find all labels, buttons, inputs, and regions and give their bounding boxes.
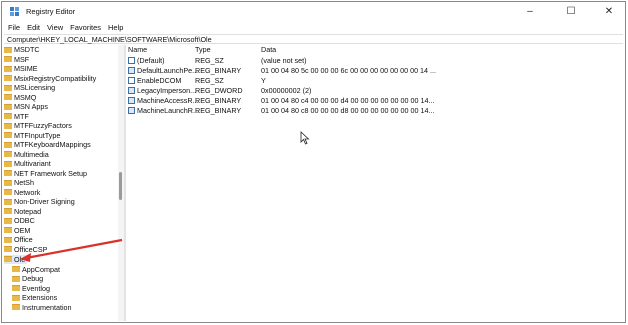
- folder-icon: [4, 75, 12, 81]
- tree-item[interactable]: MSN Apps: [4, 102, 48, 111]
- tree-item[interactable]: Non-Driver Signing: [4, 197, 75, 206]
- minimize-button[interactable]: –: [515, 2, 545, 20]
- folder-icon: [4, 179, 12, 186]
- menu-file[interactable]: File: [8, 23, 20, 32]
- menu-favorites[interactable]: Favorites: [70, 23, 101, 32]
- key-tree: MSDTC MSF MSIME MsixRegistryCompatibilit…: [4, 45, 118, 321]
- folder-icon: [4, 122, 12, 129]
- folder-icon: [4, 56, 12, 62]
- folder-icon: [4, 189, 12, 195]
- mouse-cursor-icon: [300, 131, 310, 145]
- value-row[interactable]: (Default) REG_SZ (value not set): [128, 56, 622, 66]
- tree-item[interactable]: MTFKeyboardMappings: [4, 140, 91, 149]
- menu-view[interactable]: View: [47, 23, 63, 32]
- menu-bar: File Edit View Favorites Help: [2, 21, 130, 33]
- tree-item[interactable]: Office: [4, 235, 33, 244]
- tree-child-item[interactable]: Extensions: [12, 293, 57, 302]
- tree-item[interactable]: Network: [4, 188, 40, 197]
- maximize-icon: ☐: [566, 5, 576, 17]
- tree-item[interactable]: ODBC: [4, 216, 35, 225]
- folder-icon: [4, 103, 12, 110]
- window-title: Registry Editor: [26, 6, 76, 16]
- address-bar[interactable]: Computer\HKEY_LOCAL_MACHINE\SOFTWARE\Mic…: [4, 34, 623, 44]
- tree-item[interactable]: OfficeCSP: [4, 245, 47, 254]
- folder-icon: [4, 46, 12, 53]
- string-value-icon: [128, 57, 135, 64]
- folder-icon: [4, 170, 12, 176]
- folder-icon: [4, 246, 12, 252]
- tree-scrollbar-thumb[interactable]: [119, 172, 122, 200]
- tree-item[interactable]: MSDTC: [4, 45, 40, 54]
- folder-icon: [4, 208, 12, 214]
- tree-item[interactable]: MTFInputType: [4, 131, 60, 140]
- binary-value-icon: [128, 97, 135, 104]
- tree-child-item[interactable]: Instrumentation: [12, 303, 72, 312]
- folder-icon: [4, 113, 12, 119]
- tree-item[interactable]: MSMQ: [4, 93, 36, 102]
- folder-icon: [4, 160, 12, 167]
- tree-item[interactable]: NetSh: [4, 178, 34, 187]
- value-row[interactable]: MachineAccessR... REG_BINARY 01 00 04 80…: [128, 96, 622, 106]
- folder-icon: [4, 94, 12, 100]
- tree-item[interactable]: Notepad: [4, 207, 41, 216]
- binary-value-icon: [128, 107, 135, 114]
- close-button[interactable]: ✕: [594, 2, 624, 20]
- menu-edit[interactable]: Edit: [27, 23, 40, 32]
- string-value-icon: [128, 77, 135, 84]
- folder-icon: [4, 84, 12, 91]
- folder-icon: [4, 227, 12, 233]
- tree-item[interactable]: MSLicensing: [4, 83, 55, 92]
- title-bar: Registry Editor – ☐ ✕: [2, 2, 625, 20]
- folder-icon: [4, 65, 12, 72]
- close-icon: ✕: [604, 5, 614, 17]
- tree-item[interactable]: MTFFuzzyFactors: [4, 121, 72, 130]
- folder-icon: [4, 132, 12, 138]
- binary-value-icon: [128, 87, 135, 94]
- folder-icon: [12, 285, 20, 291]
- folder-icon: [12, 304, 20, 310]
- registry-editor-icon: [10, 6, 19, 16]
- pane-splitter[interactable]: [124, 45, 126, 321]
- folder-icon: [12, 266, 20, 272]
- tree-item[interactable]: Multimedia: [4, 150, 49, 159]
- tree-item[interactable]: NET Framework Setup: [4, 169, 87, 178]
- column-header-data[interactable]: Data: [261, 45, 276, 55]
- value-row[interactable]: DefaultLaunchPe... REG_BINARY 01 00 04 8…: [128, 66, 622, 76]
- tree-item-ole-selected[interactable]: Ole: [4, 254, 28, 264]
- folder-icon: [4, 151, 12, 157]
- list-header: Name Type Data: [128, 45, 622, 55]
- tree-child-item[interactable]: Eventlog: [12, 284, 50, 293]
- folder-open-icon: [4, 256, 12, 262]
- folder-icon: [4, 236, 12, 243]
- folder-icon: [12, 275, 20, 282]
- folder-icon: [4, 198, 12, 205]
- tree-item[interactable]: MSF: [4, 55, 29, 64]
- value-row[interactable]: EnableDCOM REG_SZ Y: [128, 76, 622, 86]
- value-row[interactable]: MachineLaunchR... REG_BINARY 01 00 04 80…: [128, 106, 622, 116]
- values-list: Name Type Data (Default) REG_SZ (value n…: [128, 45, 622, 321]
- column-header-name[interactable]: Name: [128, 45, 147, 55]
- tree-child-item[interactable]: Debug: [12, 274, 43, 283]
- column-header-type[interactable]: Type: [195, 45, 211, 55]
- value-row[interactable]: LegacyImperson... REG_DWORD 0x00000002 (…: [128, 86, 622, 96]
- tree-child-item[interactable]: AppCompat: [12, 265, 60, 274]
- folder-icon: [4, 141, 12, 148]
- minimize-icon: –: [527, 5, 533, 17]
- maximize-button[interactable]: ☐: [556, 2, 586, 20]
- tree-item[interactable]: MSIME: [4, 64, 38, 73]
- folder-icon: [12, 294, 20, 301]
- folder-icon: [4, 217, 12, 224]
- tree-item[interactable]: MTF: [4, 112, 29, 121]
- tree-item[interactable]: OEM: [4, 226, 30, 235]
- registry-editor-window: Registry Editor – ☐ ✕ File Edit View Fav…: [1, 1, 626, 323]
- tree-item[interactable]: Multivariant: [4, 159, 51, 168]
- menu-help[interactable]: Help: [108, 23, 123, 32]
- tree-item[interactable]: MsixRegistryCompatibility: [4, 74, 96, 83]
- binary-value-icon: [128, 67, 135, 74]
